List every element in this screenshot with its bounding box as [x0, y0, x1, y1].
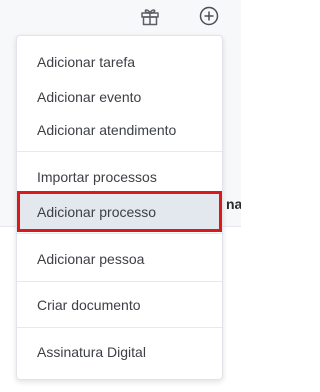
gift-icon[interactable]	[139, 5, 161, 27]
menu-separator	[17, 327, 222, 328]
menu-item-label: Adicionar evento	[37, 89, 142, 105]
screen: na Adicionar tarefa Adicionar evento Adi…	[0, 0, 241, 392]
menu-item-label: Assinatura Digital	[37, 344, 146, 360]
menu-item-label: Importar processos	[37, 169, 157, 185]
menu-separator	[17, 233, 222, 234]
menu-item-importar-processos[interactable]: Importar processos	[17, 161, 222, 193]
menu-item-label: Adicionar atendimento	[37, 122, 177, 138]
menu-item-label: Adicionar tarefa	[37, 54, 136, 70]
menu-item-adicionar-pessoa[interactable]: Adicionar pessoa	[17, 243, 222, 275]
background-heading-fragment: na	[226, 196, 241, 212]
menu-item-adicionar-evento[interactable]: Adicionar evento	[17, 81, 222, 113]
menu-item-label: Criar documento	[37, 297, 141, 313]
menu-item-label: Adicionar processo	[37, 203, 157, 220]
add-dropdown-menu: Adicionar tarefa Adicionar evento Adicio…	[16, 35, 223, 380]
menu-item-adicionar-processo[interactable]: Adicionar processo	[17, 191, 222, 232]
menu-item-adicionar-tarefa[interactable]: Adicionar tarefa	[17, 46, 222, 78]
menu-item-adicionar-atendimento[interactable]: Adicionar atendimento	[17, 114, 222, 146]
add-circle-icon[interactable]	[198, 5, 220, 27]
menu-item-criar-documento[interactable]: Criar documento	[17, 289, 222, 321]
menu-separator	[17, 281, 222, 282]
menu-item-label: Adicionar pessoa	[37, 251, 145, 267]
menu-item-assinatura-digital[interactable]: Assinatura Digital	[17, 336, 222, 368]
menu-separator	[17, 151, 222, 152]
